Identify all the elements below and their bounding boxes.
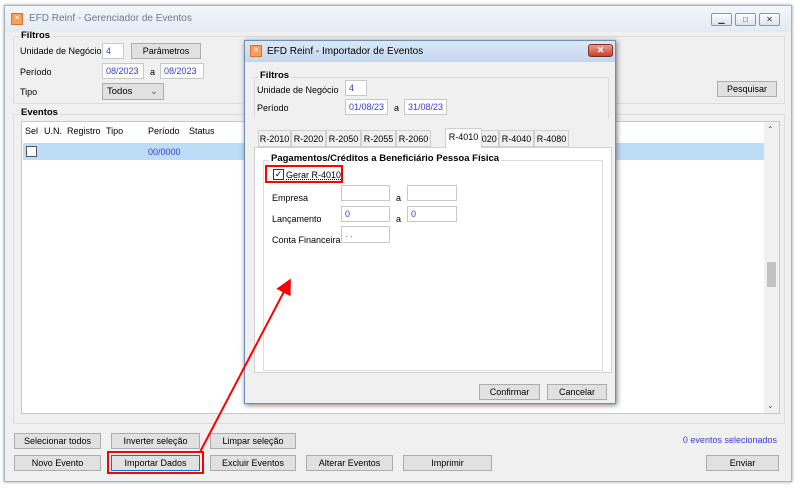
annotation-arrow: [199, 278, 291, 453]
arrow-line: [199, 278, 291, 453]
